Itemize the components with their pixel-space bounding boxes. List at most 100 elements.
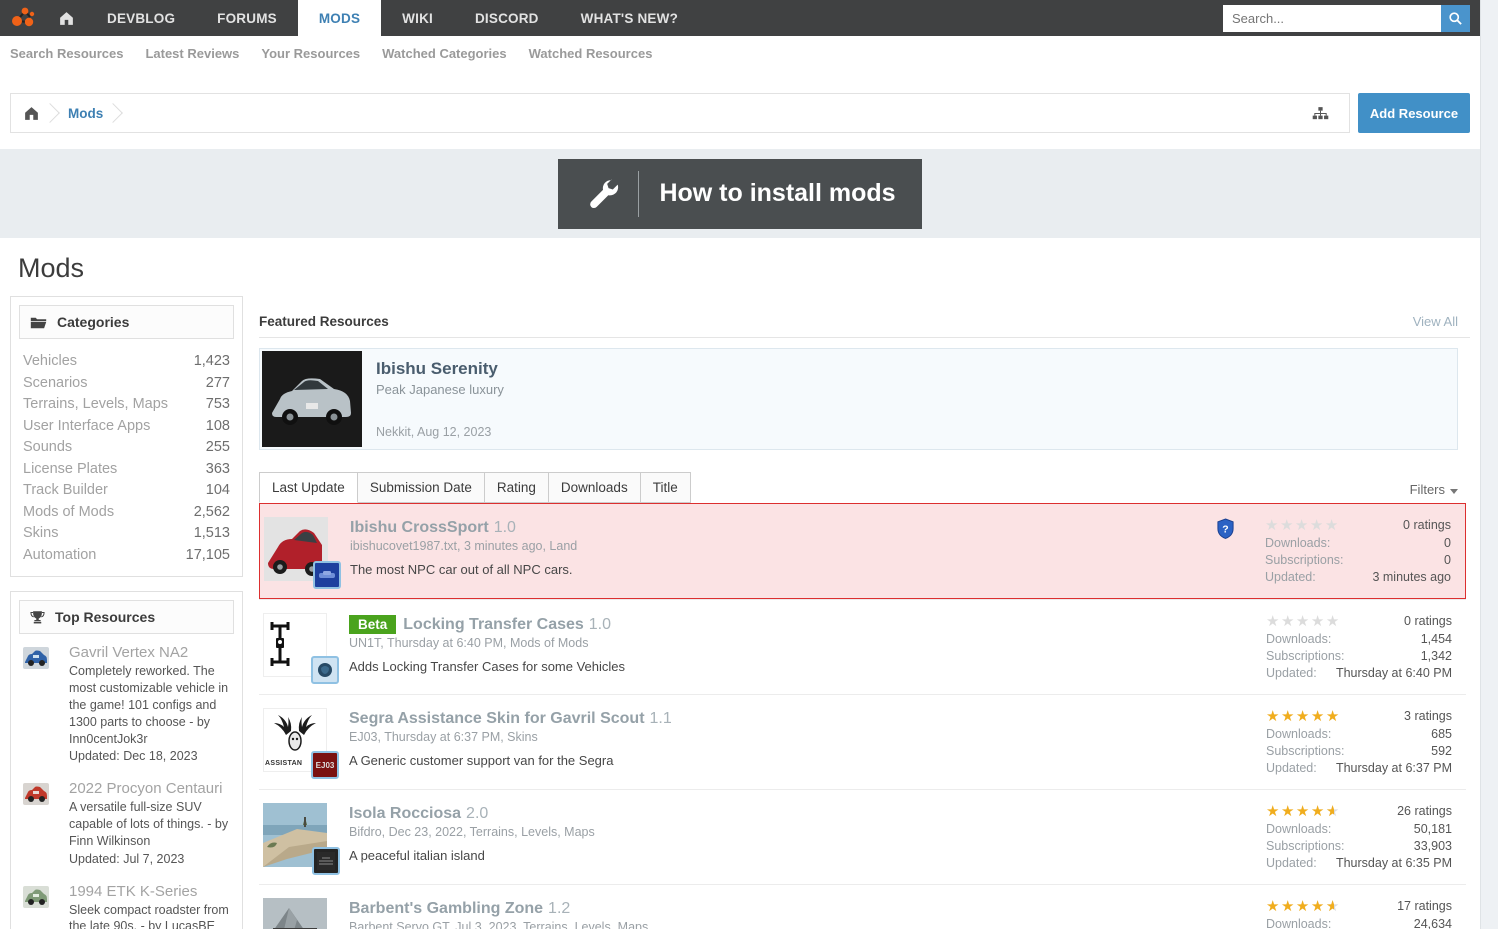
resource-title[interactable]: Barbent's Gambling Zone bbox=[349, 900, 543, 917]
tab-title[interactable]: Title bbox=[639, 472, 691, 503]
nav-item-label: MODS bbox=[318, 10, 361, 26]
tab-submission-date[interactable]: Submission Date bbox=[356, 472, 485, 503]
resource-thumbnail[interactable] bbox=[23, 885, 49, 908]
top-resource-description: Sleek compact roadster from the late 90s… bbox=[69, 902, 229, 929]
resource-row-locking-transfer-cases[interactable]: Beta Locking Transfer Cases 1.0 UN1T, Thur… bbox=[259, 599, 1466, 694]
resource-thumbnail[interactable] bbox=[263, 898, 327, 929]
resource-row-isola-rocciosa[interactable]: Isola Rocciosa 2.0 Bifdro, Dec 23, 2022, … bbox=[259, 789, 1466, 884]
beamng-logo[interactable] bbox=[0, 0, 46, 36]
category-count: 17,105 bbox=[185, 546, 230, 563]
nav-home-button[interactable] bbox=[46, 0, 86, 36]
tab-label: Submission Date bbox=[369, 480, 472, 495]
avatar-label: EJ03 bbox=[315, 760, 335, 770]
subnav-your-resources[interactable]: Your Resources bbox=[261, 46, 360, 61]
category-item-mods-of-mods[interactable]: Mods of Mods 2,562 bbox=[23, 502, 230, 524]
category-item-track-builder[interactable]: Track Builder 104 bbox=[23, 480, 230, 502]
top-resource-description: A versatile full-size SUV capable of lot… bbox=[69, 800, 229, 848]
folder-icon bbox=[30, 317, 47, 329]
resource-thumbnail[interactable] bbox=[263, 613, 339, 684]
top-navbar: DEVBLOG FORUMS MODS WIKI DISCORD WHAT'S … bbox=[0, 0, 1480, 36]
updated-label: Updated: bbox=[1266, 856, 1317, 870]
svg-text:?: ? bbox=[1222, 524, 1228, 535]
resource-title[interactable]: Segra Assistance Skin for Gavril Scout bbox=[349, 710, 645, 727]
search-input[interactable] bbox=[1223, 4, 1441, 32]
tab-label: Last Update bbox=[272, 480, 345, 495]
resource-thumbnail[interactable] bbox=[23, 783, 49, 806]
search-button[interactable] bbox=[1441, 4, 1470, 32]
filters-dropdown[interactable]: Filters bbox=[1410, 482, 1458, 503]
nav-item-forums[interactable]: FORUMS bbox=[196, 0, 298, 36]
category-item-sounds[interactable]: Sounds 255 bbox=[23, 437, 230, 459]
subscriptions-value: 33,903 bbox=[1413, 839, 1452, 853]
subnav-latest-reviews[interactable]: Latest Reviews bbox=[145, 46, 239, 61]
subnav-watched-resources[interactable]: Watched Resources bbox=[529, 46, 653, 61]
category-label: License Plates bbox=[23, 460, 118, 477]
category-item-terrains[interactable]: Terrains, Levels, Maps 753 bbox=[23, 394, 230, 416]
top-resources-list: Gavril Vertex NA2 Completely reworked. T… bbox=[11, 642, 242, 929]
top-resource-title[interactable]: Gavril Vertex NA2 bbox=[69, 644, 232, 661]
nav-item-discord[interactable]: DISCORD bbox=[454, 0, 560, 36]
category-item-scenarios[interactable]: Scenarios 277 bbox=[23, 373, 230, 395]
resource-row-segra-assistance-skin[interactable]: ASSISTAN EJ03 Segra Assistance Skin for … bbox=[259, 694, 1466, 789]
resource-description: Adds Locking Transfer Cases for some Veh… bbox=[349, 659, 626, 674]
view-all-link[interactable]: View All bbox=[1413, 314, 1458, 329]
search-area bbox=[1223, 0, 1480, 36]
nav-item-wiki[interactable]: WIKI bbox=[381, 0, 454, 36]
category-item-ui-apps[interactable]: User Interface Apps 108 bbox=[23, 416, 230, 438]
category-item-automation[interactable]: Automation 17,105 bbox=[23, 545, 230, 567]
tab-label: Title bbox=[652, 480, 678, 495]
resource-row-barbents-gambling-zone[interactable]: Barbent's Gambling Zone 1.2 Barbent Servo… bbox=[259, 884, 1466, 929]
resource-meta: EJ03, Thursday at 6:37 PM, Skins bbox=[349, 730, 538, 744]
top-resource-title[interactable]: 1994 ETK K-Series bbox=[69, 883, 232, 900]
top-resource-title[interactable]: 2022 Procyon Centauri bbox=[69, 780, 232, 797]
nav-item-devblog[interactable]: DEVBLOG bbox=[86, 0, 196, 36]
category-item-vehicles[interactable]: Vehicles 1,423 bbox=[23, 351, 230, 373]
star-rating: ★ ★ ★ ★ ★ bbox=[1266, 613, 1341, 630]
downloads-value: 0 bbox=[1444, 536, 1451, 550]
resource-stats: ★ ★ ★ ★ ★ 0 ratings Downloads: 1,454 Subscrip… bbox=[1266, 613, 1452, 682]
breadcrumb: Mods bbox=[10, 93, 1350, 133]
top-resources-header-label: Top Resources bbox=[55, 609, 156, 625]
top-resource-updated: Updated: Dec 18, 2023 bbox=[69, 749, 198, 764]
tab-downloads[interactable]: Downloads bbox=[547, 472, 641, 503]
resource-body: Barbent's Gambling Zone 1.2 Barbent Servo… bbox=[349, 898, 1266, 929]
subnav-watched-categories[interactable]: Watched Categories bbox=[382, 46, 507, 61]
breadcrumb-current[interactable]: Mods bbox=[68, 106, 103, 121]
category-item-skins[interactable]: Skins 1,513 bbox=[23, 523, 230, 545]
subnav-search-resources[interactable]: Search Resources bbox=[10, 46, 123, 61]
how-to-install-banner[interactable]: How to install mods bbox=[558, 158, 922, 229]
tab-last-update[interactable]: Last Update bbox=[259, 472, 358, 503]
resource-thumbnail[interactable] bbox=[263, 803, 340, 875]
resource-title[interactable]: Ibishu CrossSport bbox=[350, 519, 489, 536]
featured-resource-title[interactable]: Ibishu Serenity bbox=[376, 359, 504, 379]
nav-item-whats-new[interactable]: WHAT'S NEW? bbox=[560, 0, 699, 36]
resource-stats: ★★★★★★ 17 ratings Downloads:24,634 Subsc… bbox=[1266, 898, 1452, 929]
resource-thumbnail[interactable] bbox=[264, 517, 341, 589]
featured-resource-thumbnail[interactable] bbox=[262, 351, 362, 447]
subscriptions-label: Subscriptions: bbox=[1266, 839, 1345, 853]
resource-title[interactable]: Locking Transfer Cases bbox=[403, 616, 584, 633]
nav-item-mods[interactable]: MODS bbox=[297, 0, 382, 36]
downloads-label: Downloads: bbox=[1266, 632, 1332, 646]
resource-thumbnail[interactable]: ASSISTAN EJ03 bbox=[263, 708, 339, 779]
resource-thumbnail[interactable] bbox=[23, 647, 49, 669]
filters-label: Filters bbox=[1409, 482, 1445, 497]
category-item-license-plates[interactable]: License Plates 363 bbox=[23, 459, 230, 481]
top-resources-header[interactable]: Top Resources bbox=[19, 600, 234, 634]
tab-rating[interactable]: Rating bbox=[483, 472, 549, 503]
resource-body: Isola Rocciosa 2.0 Bifdro, Dec 23, 2022, … bbox=[349, 803, 1266, 872]
sitemap-toggle[interactable] bbox=[1304, 106, 1337, 121]
downloads-label: Downloads: bbox=[1266, 917, 1332, 929]
breadcrumb-home[interactable] bbox=[23, 105, 40, 122]
categories-header[interactable]: Categories bbox=[19, 305, 234, 339]
subscriptions-label: Subscriptions: bbox=[1265, 553, 1344, 567]
shield-question-icon[interactable]: ? bbox=[1216, 518, 1235, 542]
nav-items: DEVBLOG FORUMS MODS WIKI DISCORD WHAT'S … bbox=[86, 0, 1223, 36]
wrench-icon bbox=[590, 178, 619, 208]
resource-row-ibishu-crosssport[interactable]: Ibishu CrossSport 1.0 ibishucovet1987.txt… bbox=[259, 503, 1466, 599]
resource-title[interactable]: Isola Rocciosa bbox=[349, 805, 461, 822]
thumbnail-text: ASSISTAN bbox=[265, 760, 303, 767]
category-label: User Interface Apps bbox=[23, 417, 151, 434]
featured-resource-card[interactable]: Ibishu Serenity Peak Japanese luxury Nek… bbox=[259, 348, 1458, 450]
add-resource-button[interactable]: Add Resource bbox=[1358, 93, 1470, 133]
